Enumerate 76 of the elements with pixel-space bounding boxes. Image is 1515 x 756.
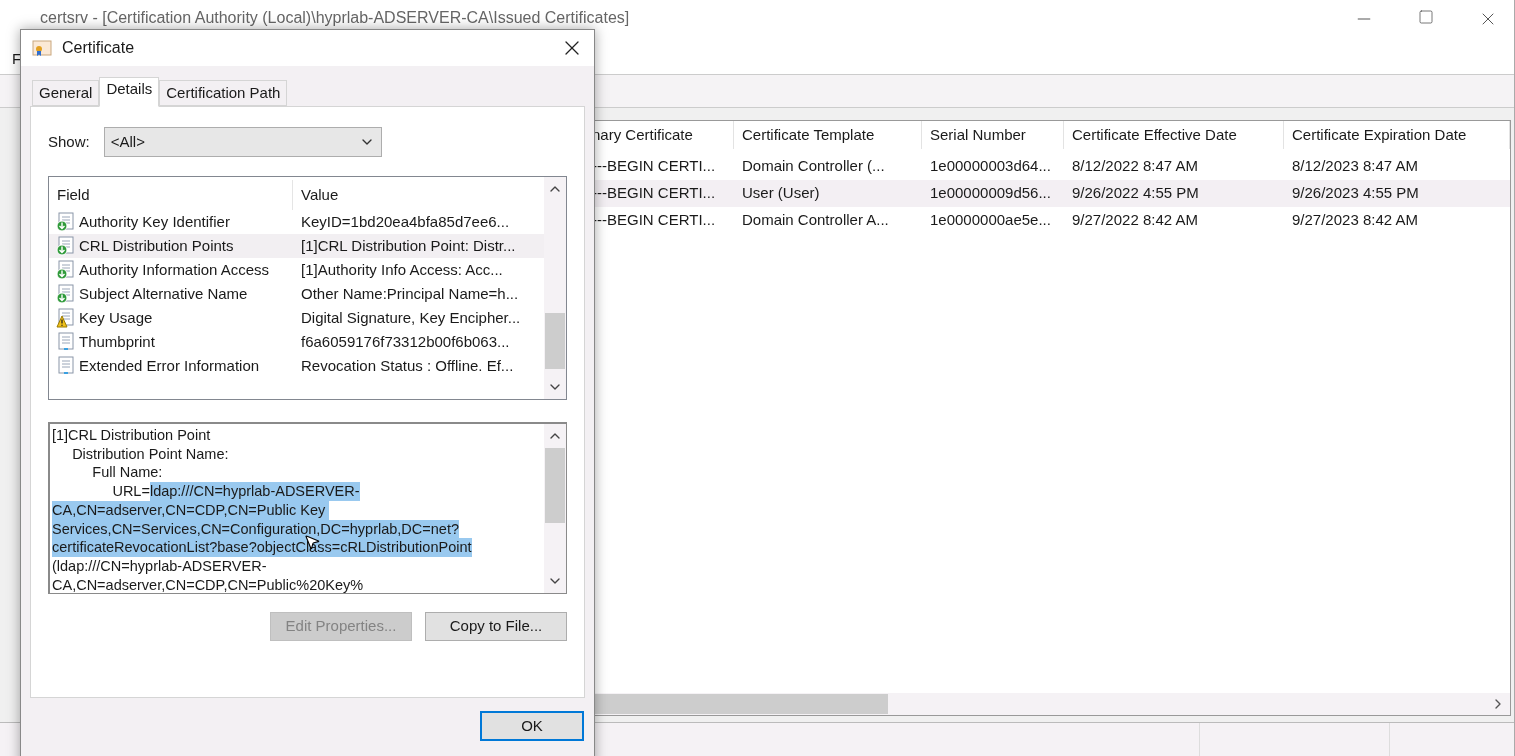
- detail-text: URL=: [111, 482, 150, 501]
- window-title: certsrv - [Certification Authority (Local)\hyprlab-ADSERVER-CA\Issued Certificates]: [40, 9, 631, 27]
- menu-item[interactable]: F: [12, 48, 22, 71]
- field-row[interactable]: Authority Key Identifier KeyID=1bd20ea4bfa85d7ee6...: [49, 210, 544, 234]
- detail-text: (ldap:///CN=hyprlab-ADSERVER-: [52, 556, 267, 576]
- table-cell-text: ---BEGIN CERTI...: [591, 210, 717, 231]
- detail-text: Full Name:: [91, 463, 163, 483]
- field-value: [1]Authority Info Access: Acc...: [300, 259, 504, 280]
- table-cell-text: 9/26/2023 4:55 PM: [1291, 183, 1420, 204]
- vertical-scrollbar[interactable]: [544, 424, 566, 593]
- field-row[interactable]: CRL Distribution Points [1]CRL Distribution Point: Distr...: [49, 234, 544, 258]
- warning-document-icon: [56, 308, 76, 328]
- tab[interactable]: General: [32, 80, 100, 106]
- download-document-icon: [56, 212, 76, 232]
- table-cell-text: 8/12/2023 8:47 AM: [1291, 156, 1419, 177]
- detail-text: [1]CRL Distribution Point: [52, 426, 211, 445]
- column-header[interactable]: Serial Number: [922, 121, 1064, 149]
- table-cell-text: ---BEGIN CERTI...: [591, 183, 717, 204]
- column-header[interactable]: Value: [293, 180, 544, 210]
- field-value: Other Name:Principal Name=h...: [300, 283, 520, 304]
- table-cell-text: 1e00000009d56...: [929, 183, 1052, 204]
- scrollbar-thumb[interactable]: [545, 313, 565, 369]
- table-cell-text: Domain Controller A...: [741, 210, 890, 231]
- field-value: [1]CRL Distribution Point: Distr...: [300, 235, 517, 256]
- field-row[interactable]: Thumbprint f6a6059176f73312b00f6b063...: [49, 330, 544, 354]
- document-icon: [56, 332, 76, 352]
- table-cell-text: User (User): [741, 183, 821, 204]
- detail-text: CA,CN=adserver,CN=CDP,CN=Public%20Key%: [52, 575, 364, 593]
- field-name: Key Usage: [79, 307, 153, 328]
- document-icon: [56, 356, 76, 376]
- field-name: Thumbprint: [79, 331, 155, 352]
- maximize-icon[interactable]: [1418, 9, 1434, 25]
- field-row[interactable]: Authority Information Access [1]Authority Info Access: Acc...: [49, 258, 544, 282]
- field-name: Extended Error Information: [79, 355, 260, 376]
- download-document-icon: [56, 284, 76, 304]
- field-row[interactable]: Key Usage Digital Signature, Key Encipher...: [49, 306, 544, 330]
- download-document-icon: [56, 260, 76, 280]
- detail-text: certificateRevocationList?base?objectClass=cRLDistributionPoint: [52, 538, 472, 557]
- table-cell-text: Domain Controller (...: [741, 156, 886, 177]
- field-value: f6a6059176f73312b00f6b063...: [300, 331, 511, 352]
- details-text-box[interactable]: [48, 422, 567, 594]
- detail-text: Services,CN=Services,CN=Configuration,DC=hyprlab,DC=net?: [52, 519, 459, 539]
- dialog-title: Certificate: [62, 38, 136, 58]
- detail-text: CA,CN=adserver,CN=CDP,CN=Public Key: [52, 500, 330, 520]
- scrollbar-thumb[interactable]: [545, 448, 565, 523]
- table-cell-text: 1e00000003d64...: [929, 156, 1052, 177]
- field-name: Subject Alternative Name: [79, 283, 248, 304]
- table-cell-text: 9/27/2022 8:42 AM: [1071, 210, 1199, 231]
- certificate-icon: [32, 39, 52, 57]
- tab[interactable]: Certification Path: [159, 80, 288, 106]
- field-row[interactable]: Extended Error Information Revocation Status : Offline. Ef...: [49, 354, 544, 378]
- field-name: Authority Information Access: [79, 259, 270, 280]
- table-cell-text: 9/27/2023 8:42 AM: [1291, 210, 1419, 231]
- field-value: KeyID=1bd20ea4bfa85d7ee6...: [300, 211, 511, 232]
- table-cell-text: ---BEGIN CERTI...: [591, 156, 717, 177]
- field-row[interactable]: Subject Alternative Name Other Name:Principal Name=h...: [49, 282, 544, 306]
- ok-button[interactable]: OK: [480, 711, 584, 741]
- dialog-button[interactable]: Copy to File...: [425, 612, 567, 641]
- table-cell-text: 8/12/2022 8:47 AM: [1071, 156, 1199, 177]
- show-dropdown[interactable]: <All>: [103, 127, 382, 157]
- table-cell-text: 1e0000000ae5e...: [929, 210, 1052, 231]
- table-cell-text: 9/26/2022 4:55 PM: [1071, 183, 1200, 204]
- field-name: Authority Key Identifier: [79, 211, 230, 232]
- field-value: Revocation Status : Offline. Ef...: [300, 355, 515, 376]
- column-header[interactable]: Certificate Expiration Date: [1284, 121, 1510, 149]
- detail-text: ldap:///CN=hyprlab-ADSERVER-: [149, 482, 360, 501]
- vertical-scrollbar[interactable]: [544, 177, 566, 399]
- detail-text: Distribution Point Name:: [71, 444, 229, 464]
- column-header[interactable]: Field: [49, 180, 293, 210]
- column-header[interactable]: Certificate Effective Date: [1064, 121, 1284, 149]
- field-name: CRL Distribution Points: [79, 235, 234, 256]
- tab[interactable]: Details: [99, 77, 160, 107]
- show-label: Show:: [48, 131, 90, 152]
- download-document-icon: [56, 236, 76, 256]
- column-header[interactable]: Certificate Template: [734, 121, 922, 149]
- field-value: Digital Signature, Key Encipher...: [300, 307, 522, 328]
